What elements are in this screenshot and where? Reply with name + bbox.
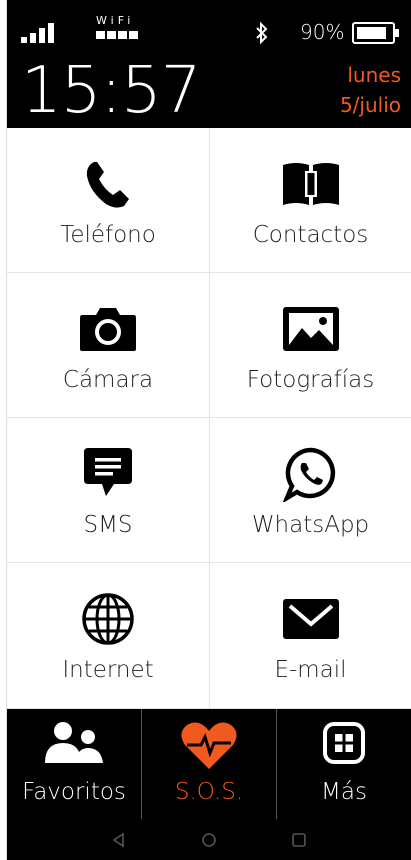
phone-icon [76, 156, 140, 212]
favorites-button[interactable]: Favoritos [7, 709, 142, 819]
app-grid: Teléfono Contactos Cámara Fotografías SM… [7, 128, 411, 709]
people-icon [43, 721, 105, 769]
app-contactos[interactable]: Contactos [210, 128, 411, 273]
app-internet[interactable]: Internet [7, 563, 210, 709]
app-label: Teléfono [60, 222, 156, 248]
app-fotografias[interactable]: Fotografías [210, 273, 411, 418]
clock-time: 15:57 [21, 54, 201, 128]
globe-icon [76, 591, 140, 647]
app-telefono[interactable]: Teléfono [7, 128, 210, 273]
home-icon[interactable] [201, 832, 217, 848]
battery-percent: 90% [300, 20, 345, 44]
recents-icon[interactable] [291, 832, 307, 848]
app-label: WhatsApp [251, 512, 370, 538]
camera-icon [76, 301, 140, 357]
day-label: lunes [347, 63, 401, 87]
status-header: WiFi 90% 15:57 lunes 5/julio [7, 0, 411, 128]
more-button[interactable]: Más [277, 709, 411, 819]
app-email[interactable]: E-mail [210, 563, 411, 709]
navigation-bar [7, 819, 411, 860]
app-camara[interactable]: Cámara [7, 273, 210, 418]
sms-icon [76, 446, 140, 502]
app-label: SMS [83, 512, 133, 538]
app-sms[interactable]: SMS [7, 418, 210, 563]
signal-icon [21, 23, 54, 43]
wifi-label: WiFi [96, 14, 135, 27]
envelope-icon [279, 591, 343, 647]
bottom-bar: Favoritos S.O.S. Más [7, 709, 411, 860]
heart-pulse-icon [179, 721, 239, 775]
app-label: Contactos [252, 222, 369, 248]
wifi-icon: WiFi [96, 15, 148, 39]
whatsapp-icon [279, 446, 343, 502]
back-icon[interactable] [111, 832, 127, 848]
grid-more-icon [322, 721, 366, 769]
app-whatsapp[interactable]: WhatsApp [210, 418, 411, 563]
dock: Favoritos S.O.S. Más [7, 709, 411, 819]
app-label: Fotografías [246, 367, 375, 393]
more-label: Más [321, 779, 367, 805]
battery-icon [352, 22, 399, 44]
sos-label: S.O.S. [174, 779, 244, 805]
photos-icon [279, 301, 343, 357]
sos-button[interactable]: S.O.S. [142, 709, 277, 819]
date-display: lunes 5/julio [340, 60, 401, 120]
date-label: 5/julio [339, 93, 401, 117]
left-edge [0, 0, 7, 860]
app-label: E-mail [274, 657, 347, 683]
app-label: Cámara [62, 367, 154, 393]
favorites-label: Favoritos [22, 779, 126, 805]
contacts-book-icon [279, 156, 343, 212]
app-label: Internet [62, 657, 154, 683]
bluetooth-icon [256, 21, 268, 45]
